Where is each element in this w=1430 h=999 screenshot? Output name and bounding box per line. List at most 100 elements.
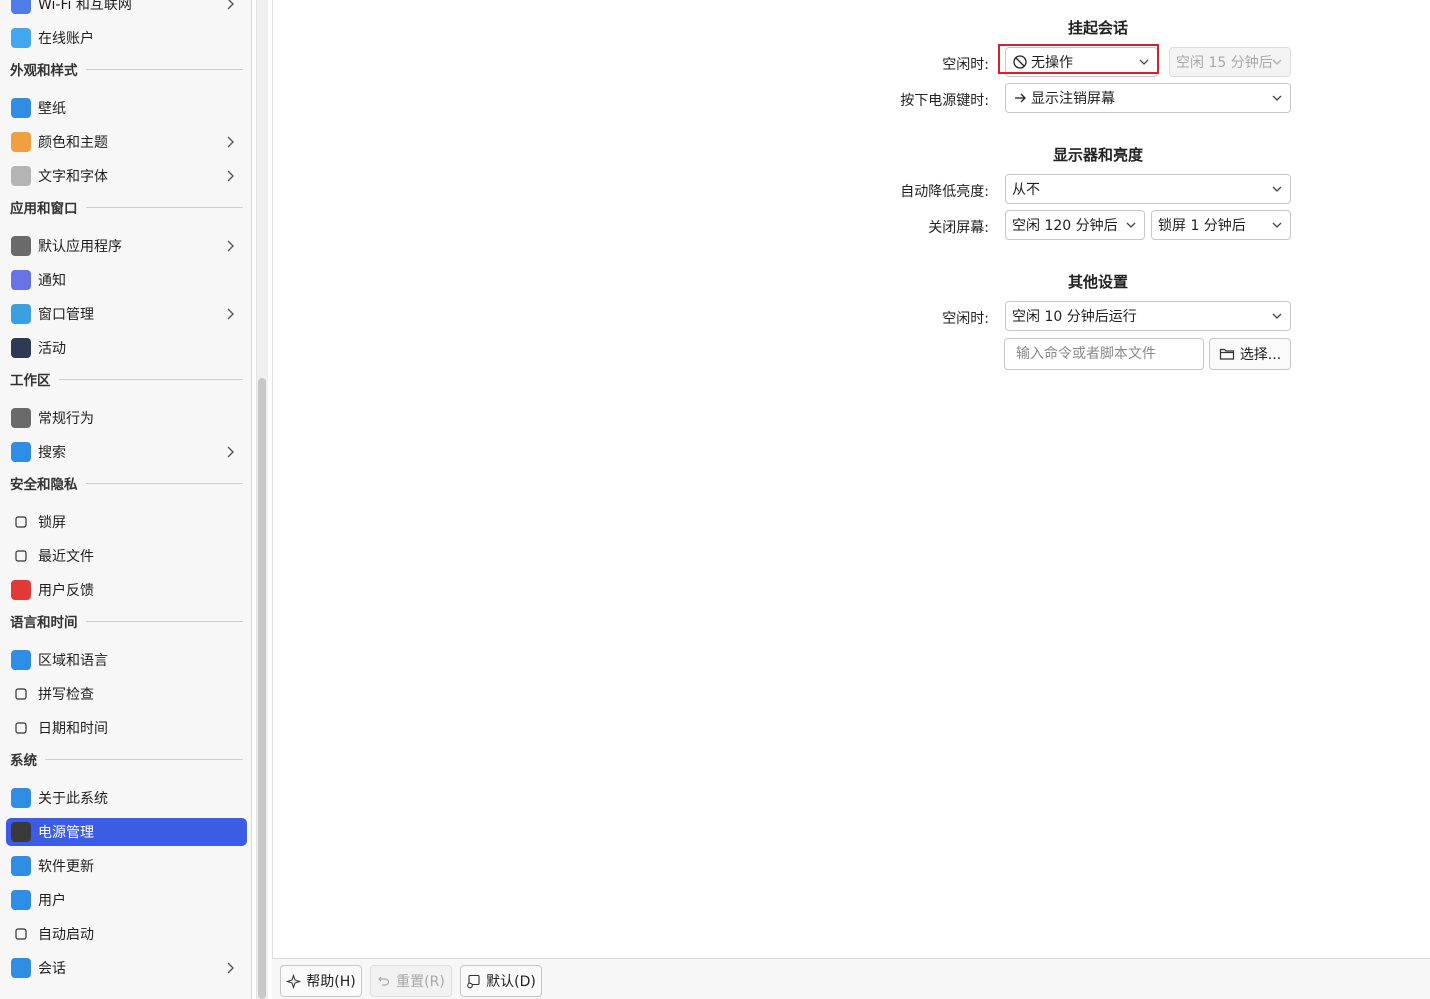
reset-button[interactable]: 重置(R)	[370, 965, 452, 997]
spellcheck-icon	[11, 684, 31, 704]
palette-icon	[11, 132, 31, 152]
wallpaper-icon	[11, 98, 31, 118]
sidebar-item-label: 在线账户	[38, 31, 94, 47]
dim-value: 从不	[1012, 182, 1040, 198]
divider	[85, 206, 243, 208]
screen-lock-combo[interactable]: 锁屏 1 分钟后	[1151, 210, 1291, 240]
folder-icon	[1219, 348, 1234, 360]
sidebar-item[interactable]: 拼写检查	[6, 680, 247, 708]
lock-icon	[11, 512, 31, 532]
sidebar-item[interactable]: 文字和字体	[6, 162, 247, 190]
sidebar-item[interactable]: 会话	[6, 954, 247, 982]
sidebar-section-title: 安全和隐私	[10, 477, 78, 493]
sidebar-item[interactable]: 搜索	[6, 438, 247, 466]
suspend-section-title: 挂起会话	[1068, 19, 1129, 37]
sidebar-item-label: Wi-Fi 和互联网	[38, 0, 132, 13]
info-icon	[11, 788, 31, 808]
suspend-idle-label: 空闲时:	[942, 57, 989, 73]
focus-highlight-box	[998, 44, 1159, 74]
arrow-right-icon	[1015, 93, 1026, 103]
sidebar-item[interactable]: 用户反馈	[6, 576, 247, 604]
sidebar-item-label: 拼写检查	[38, 687, 94, 703]
update-icon	[11, 856, 31, 876]
divider	[45, 758, 243, 760]
defaults-label: 默认(D)	[486, 974, 536, 990]
sidebar-item-label: 最近文件	[38, 549, 94, 565]
divider	[85, 620, 243, 622]
sidebar-item[interactable]: 窗口管理	[6, 300, 247, 328]
sidebar-item-label: 自动启动	[38, 927, 94, 943]
sidebar-item[interactable]: 默认应用程序	[6, 232, 247, 260]
sidebar-item[interactable]: 通知	[6, 266, 247, 294]
font-icon	[11, 166, 31, 186]
sidebar-section-title: 系统	[10, 753, 37, 769]
other-idle-value: 空闲 10 分钟后运行	[1012, 309, 1137, 325]
chevron-right-icon	[227, 962, 234, 974]
sidebar-item[interactable]: 颜色和主题	[6, 128, 247, 156]
chevron-right-icon	[227, 0, 234, 10]
sidebar-item[interactable]: 日期和时间	[6, 714, 247, 742]
other-idle-combo[interactable]: 空闲 10 分钟后运行	[1005, 301, 1291, 331]
sidebar-item-label: 电源管理	[38, 825, 94, 841]
sidebar-item[interactable]: Wi-Fi 和互联网	[6, 0, 247, 18]
chevron-right-icon	[227, 170, 234, 182]
sidebar-item-label: 窗口管理	[38, 307, 94, 323]
dim-combo[interactable]: 从不	[1005, 174, 1291, 204]
command-input[interactable]	[1004, 338, 1204, 370]
sidebar: Wi-Fi 和互联网 在线账户外观和样式壁纸颜色和主题文字和字体应用和窗口默认应用…	[0, 0, 252, 999]
help-label: 帮助(H)	[306, 974, 356, 990]
sidebar-item[interactable]: 最近文件	[6, 542, 247, 570]
sidebar-item-label: 锁屏	[38, 515, 66, 531]
screen-off-label: 关闭屏幕:	[928, 220, 989, 236]
sidebar-item[interactable]: 区域和语言	[6, 646, 247, 674]
sidebar-item-label: 软件更新	[38, 859, 94, 875]
sidebar-item[interactable]: 壁纸	[6, 94, 247, 122]
sidebar-section-header: 安全和隐私	[10, 474, 243, 493]
sidebar-item-label: 会话	[38, 961, 66, 977]
suspend-delay-combo[interactable]: 空闲 15 分钟后	[1169, 47, 1291, 77]
sidebar-section-header: 应用和窗口	[10, 198, 243, 217]
dim-label: 自动降低亮度:	[900, 184, 989, 200]
sidebar-section-header: 系统	[10, 750, 243, 769]
sidebar-item[interactable]: 用户	[6, 886, 247, 914]
globe-icon	[11, 650, 31, 670]
general-behavior-icon	[11, 408, 31, 428]
screen-lock-value: 锁屏 1 分钟后	[1158, 218, 1246, 234]
divider	[58, 378, 243, 380]
sidebar-item[interactable]: 电源管理	[6, 818, 247, 846]
sidebar-item-label: 日期和时间	[38, 721, 108, 737]
feedback-icon	[11, 580, 31, 600]
divider	[85, 482, 243, 484]
sidebar-item[interactable]: 软件更新	[6, 852, 247, 880]
sidebar-item[interactable]: 常规行为	[6, 404, 247, 432]
sidebar-item[interactable]: 在线账户	[6, 24, 247, 52]
defaults-button[interactable]: 默认(D)	[460, 965, 542, 997]
chevron-right-icon	[227, 308, 234, 320]
sidebar-item-label: 通知	[38, 273, 66, 289]
reset-label: 重置(R)	[396, 974, 445, 990]
power-key-combo[interactable]: 显示注销屏幕	[1005, 83, 1291, 113]
search-icon	[11, 442, 31, 462]
sidebar-item[interactable]: 自动启动	[6, 920, 247, 948]
sidebar-item-label: 默认应用程序	[38, 239, 122, 255]
sidebar-section-header: 外观和样式	[10, 60, 243, 79]
settings-window: Wi-Fi 和互联网 在线账户外观和样式壁纸颜色和主题文字和字体应用和窗口默认应用…	[0, 0, 1430, 999]
sidebar-item[interactable]: 关于此系统	[6, 784, 247, 812]
other-section-title: 其他设置	[1068, 273, 1129, 291]
sidebar-item-label: 用户	[38, 893, 66, 909]
chevron-down-icon	[1272, 186, 1282, 192]
sidebar-item-label: 颜色和主题	[38, 135, 108, 151]
chevron-down-icon	[1272, 313, 1282, 319]
sidebar-item[interactable]: 锁屏	[6, 508, 247, 536]
sidebar-item-label: 常规行为	[38, 411, 94, 427]
chevron-down-icon	[1272, 222, 1282, 228]
help-button[interactable]: 帮助(H)	[280, 965, 362, 997]
divider	[85, 68, 243, 70]
chevron-right-icon	[227, 136, 234, 148]
sidebar-item[interactable]: 活动	[6, 334, 247, 362]
choose-file-button[interactable]: 选择...	[1209, 338, 1291, 370]
sidebar-item-label: 活动	[38, 341, 66, 357]
sidebar-scrollbar-thumb[interactable]	[258, 378, 266, 999]
screen-off-combo[interactable]: 空闲 120 分钟后	[1005, 210, 1145, 240]
power-key-label: 按下电源键时:	[900, 93, 989, 109]
